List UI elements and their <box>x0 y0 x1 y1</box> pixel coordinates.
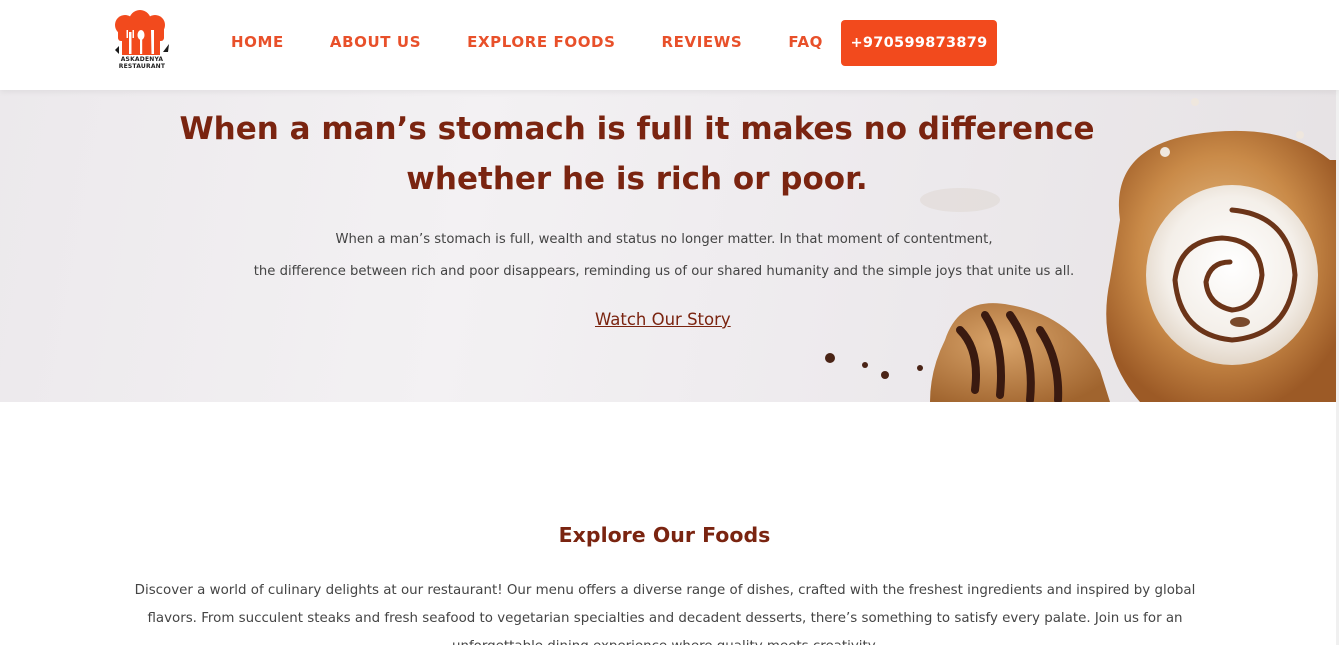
logo-text: ASKADENYA RESTAURANT <box>113 56 171 70</box>
hero-description-line: When a man’s stomach is full, wealth and… <box>335 232 993 247</box>
hero-title: When a man’s stomach is full it makes no… <box>179 111 1095 197</box>
phone-button[interactable]: +970599873879 <box>841 20 997 66</box>
nav-reviews-link[interactable]: REVIEWS <box>662 33 743 51</box>
chef-hat-icon <box>115 10 169 55</box>
logo-text-subtitle: RESTAURANT <box>118 63 166 70</box>
hero-section: When a man’s stomach is full it makes no… <box>0 90 1336 402</box>
watch-our-story-link[interactable]: Watch Our Story <box>595 310 731 329</box>
hero-description: When a man’s stomach is full, wealth and… <box>130 224 1198 288</box>
nav-about-link[interactable]: ABOUT US <box>330 33 421 51</box>
logo-text-name: ASKADENYA <box>120 56 164 63</box>
main-nav: HOME ABOUT US EXPLORE FOODS REVIEWS FAQ <box>231 33 823 51</box>
nav-home-link[interactable]: HOME <box>231 33 284 51</box>
site-header: ASKADENYA RESTAURANT HOME ABOUT US EXPLO… <box>0 0 1339 90</box>
restaurant-logo[interactable]: ASKADENYA RESTAURANT <box>113 10 171 72</box>
explore-foods-title: Explore Our Foods <box>558 523 771 547</box>
nav-explore-foods-link[interactable]: EXPLORE FOODS <box>467 33 615 51</box>
hero-description-line: the difference between rich and poor dis… <box>253 264 1075 279</box>
explore-foods-description: Discover a world of culinary delights at… <box>134 583 1196 645</box>
nav-faq-link[interactable]: FAQ <box>788 33 823 51</box>
